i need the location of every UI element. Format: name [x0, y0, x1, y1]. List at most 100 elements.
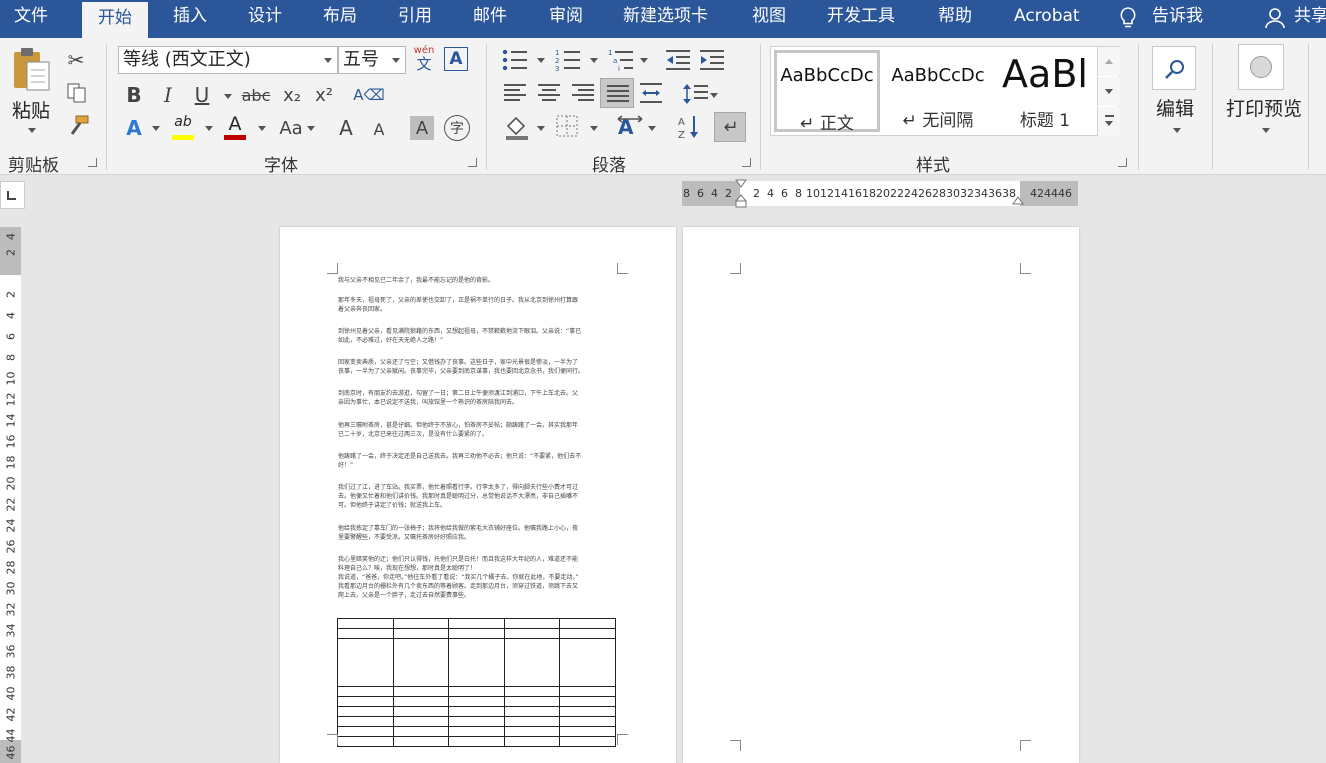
- multilevel-dropdown-arrow[interactable]: [640, 58, 648, 63]
- table-cell[interactable]: [392, 696, 450, 707]
- table-cell[interactable]: [448, 726, 505, 737]
- gallery-scroll-up[interactable]: [1097, 47, 1120, 76]
- numbering-dropdown-arrow[interactable]: [590, 58, 598, 63]
- print-preview-dropdown-arrow[interactable]: [1262, 128, 1270, 133]
- font-color-button[interactable]: A: [222, 114, 248, 140]
- tab-view[interactable]: 视图: [752, 0, 786, 38]
- table-cell[interactable]: [503, 706, 561, 717]
- share-button[interactable]: 共享: [1294, 0, 1326, 38]
- chevron-down-icon[interactable]: [324, 58, 332, 63]
- enclose-characters-button[interactable]: 字: [444, 115, 470, 141]
- superscript-button[interactable]: x²: [312, 83, 336, 107]
- tab-acrobat[interactable]: Acrobat: [1014, 0, 1080, 38]
- table-cell[interactable]: [503, 618, 561, 629]
- bold-button[interactable]: B: [122, 83, 146, 107]
- right-indent-marker-icon[interactable]: [1012, 196, 1024, 206]
- indent-markers-icon[interactable]: [735, 179, 747, 209]
- font-launcher-icon[interactable]: [468, 158, 477, 167]
- table-cell[interactable]: [337, 638, 394, 687]
- borders-dropdown-arrow[interactable]: [590, 126, 598, 131]
- show-formatting-button[interactable]: ↵: [714, 112, 746, 142]
- font-name-combo[interactable]: 等线 (西文正文): [118, 46, 338, 74]
- subscript-button[interactable]: x₂: [280, 83, 304, 107]
- clipboard-launcher-icon[interactable]: [88, 158, 97, 167]
- body-paragraph[interactable]: 那年冬天，祖母死了，父亲的差使也交卸了，正是祸不单行的日子。我从北京到徐州打算跟…: [338, 296, 616, 314]
- table-cell[interactable]: [337, 736, 394, 747]
- tab-help[interactable]: 帮助: [938, 0, 972, 38]
- paragraph-launcher-icon[interactable]: [742, 158, 751, 167]
- document-page-2[interactable]: [683, 227, 1079, 763]
- table-cell[interactable]: [559, 706, 616, 717]
- table-cell[interactable]: [559, 628, 616, 639]
- align-center-icon[interactable]: [538, 84, 560, 104]
- font-size-combo[interactable]: 五号: [338, 46, 406, 74]
- table-cell[interactable]: [559, 716, 616, 727]
- table-cell[interactable]: [337, 628, 394, 639]
- table-cell[interactable]: [337, 716, 394, 727]
- table-cell[interactable]: [392, 638, 450, 687]
- table-cell[interactable]: [559, 618, 616, 629]
- table-cell[interactable]: [448, 716, 505, 727]
- numbering-icon[interactable]: 123: [555, 49, 581, 71]
- table-cell[interactable]: [559, 726, 616, 737]
- vertical-ruler[interactable]: 4 2 2 4 6 8 10 12 14 16 18 20 22 24 26 2…: [0, 227, 21, 763]
- copy-icon[interactable]: [66, 82, 88, 104]
- table-cell[interactable]: [337, 706, 394, 717]
- tab-references[interactable]: 引用: [398, 0, 432, 38]
- sort-icon[interactable]: AZ: [678, 114, 700, 140]
- underline-dropdown-arrow[interactable]: [224, 94, 232, 99]
- table-cell[interactable]: [559, 736, 616, 747]
- justify-button[interactable]: [600, 78, 634, 108]
- table-cell[interactable]: [503, 726, 561, 737]
- document-table[interactable]: [337, 618, 616, 747]
- table-cell[interactable]: [503, 736, 561, 747]
- change-case-button[interactable]: Aa: [276, 116, 306, 140]
- tab-mailings[interactable]: 邮件: [473, 0, 507, 38]
- tab-layout[interactable]: 布局: [323, 0, 357, 38]
- table-cell[interactable]: [448, 618, 505, 629]
- table-cell[interactable]: [392, 706, 450, 717]
- italic-button[interactable]: I: [156, 83, 180, 107]
- decrease-indent-icon[interactable]: [666, 49, 690, 71]
- style-heading-1[interactable]: AaBl 标题 1: [995, 50, 1095, 132]
- line-spacing-dropdown-arrow[interactable]: [710, 93, 718, 98]
- align-left-icon[interactable]: [504, 84, 526, 104]
- chinese-layout-icon[interactable]: A: [616, 114, 644, 138]
- style-no-spacing[interactable]: AaBbCcDc ↵ 无间隔: [885, 50, 991, 132]
- underline-button[interactable]: U: [190, 83, 214, 107]
- body-paragraph[interactable]: 我心里暗笑他的迂；他们只认得钱，托他们只是白托！而且我这样大年纪的人，难道还不能…: [338, 555, 616, 600]
- styles-launcher-icon[interactable]: [1118, 158, 1127, 167]
- line-spacing-icon[interactable]: [682, 82, 708, 106]
- tab-file[interactable]: 文件: [14, 0, 48, 38]
- table-cell[interactable]: [392, 716, 450, 727]
- align-right-icon[interactable]: [572, 84, 594, 104]
- body-paragraph[interactable]: 到徐州见着父亲，看见满院狼藉的东西，又想起祖母，不禁簌簌地流下眼泪。父亲说：“事…: [338, 327, 616, 345]
- gallery-more[interactable]: [1097, 107, 1120, 136]
- table-cell[interactable]: [392, 726, 450, 737]
- bullets-icon[interactable]: [502, 49, 528, 71]
- table-cell[interactable]: [448, 638, 505, 687]
- body-paragraph[interactable]: 我们过了江，进了车站。我买票，他忙着照看行李。行李太多了，得向脚夫行些小费才可过…: [338, 483, 616, 510]
- text-effects-dropdown-arrow[interactable]: [152, 126, 160, 131]
- paste-dropdown-arrow[interactable]: [28, 128, 36, 133]
- body-paragraph[interactable]: 回家变卖典质，父亲还了亏空；又借钱办了丧事。这些日子，家中光景很是惨淡，一半为了…: [338, 358, 616, 376]
- table-cell[interactable]: [448, 736, 505, 747]
- tab-home[interactable]: 开始: [82, 0, 148, 38]
- table-cell[interactable]: [503, 716, 561, 727]
- chevron-down-icon[interactable]: [392, 58, 400, 63]
- table-cell[interactable]: [503, 696, 561, 707]
- tab-review[interactable]: 审阅: [549, 0, 583, 38]
- table-cell[interactable]: [392, 736, 450, 747]
- table-cell[interactable]: [392, 686, 450, 697]
- table-cell[interactable]: [559, 696, 616, 707]
- table-cell[interactable]: [337, 726, 394, 737]
- highlight-dropdown-arrow[interactable]: [205, 126, 213, 131]
- text-effects-icon[interactable]: A: [122, 116, 146, 140]
- gallery-scroll-down[interactable]: [1097, 77, 1120, 106]
- change-case-dropdown-arrow[interactable]: [307, 126, 315, 131]
- tab-design[interactable]: 设计: [248, 0, 282, 38]
- editing-dropdown-arrow[interactable]: [1173, 128, 1181, 133]
- table-cell[interactable]: [503, 686, 561, 697]
- body-paragraph[interactable]: 他再三嘱咐茶房，甚是仔细。但他终于不放心，怕茶房不妥帖；颇踌躇了一会。其实我那年…: [338, 421, 616, 439]
- shading-dropdown-arrow[interactable]: [537, 126, 545, 131]
